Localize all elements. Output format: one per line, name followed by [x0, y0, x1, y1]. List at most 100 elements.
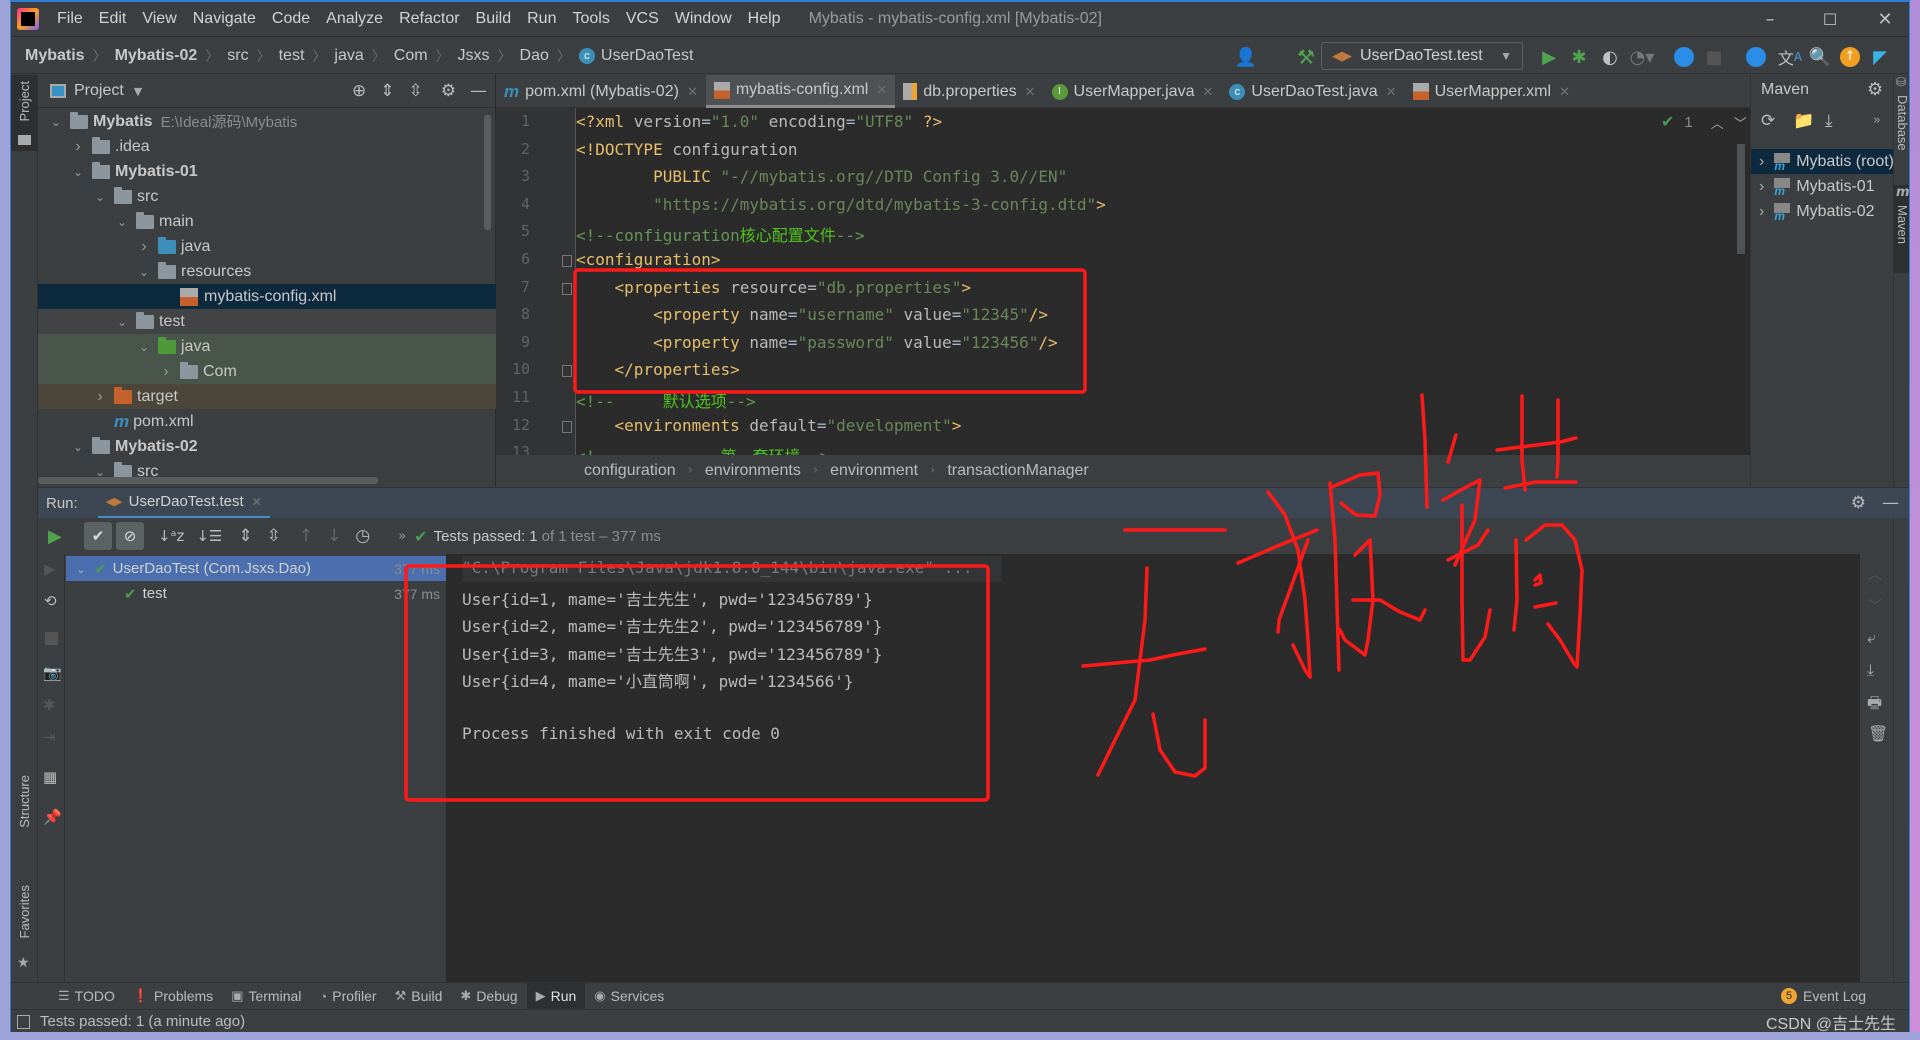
chevron-down-icon[interactable]: ⌄	[136, 340, 152, 354]
chevron-down-icon[interactable]: ⌄	[136, 265, 152, 279]
close-tab-icon[interactable]: ✕	[1025, 84, 1036, 100]
translate-icon[interactable]: 文A	[1777, 44, 1803, 70]
chevron-down-icon[interactable]: ﹀	[1734, 113, 1747, 132]
test-tree-item[interactable]: ⌄ ✔ UserDaoTest (Com.Jsxs.Dao) 377 ms	[66, 556, 446, 581]
chevron-right-icon[interactable]: ›	[70, 138, 86, 156]
camera-icon[interactable]: 📷	[43, 664, 62, 682]
event-log-tab[interactable]: 5 Event Log	[1781, 982, 1866, 1009]
xml-breadcrumb-item[interactable]: environment	[830, 462, 918, 480]
maximize-button[interactable]: ☐	[1801, 2, 1859, 37]
menu-help[interactable]: Help	[740, 10, 789, 28]
chevron-down-icon[interactable]: ⌄	[92, 190, 108, 204]
breadcrumb-item[interactable]: c UserDaoTest	[578, 47, 693, 65]
chevron-down-icon[interactable]: ⌄	[48, 115, 64, 129]
scroll-to-end-icon[interactable]: ⤓	[1867, 660, 1874, 680]
project-tree-item[interactable]: ⌄ Mybatis E:\Ideal源码\Mybatis	[38, 109, 496, 134]
project-tree-item[interactable]: ⌄ resources	[38, 259, 496, 284]
close-tab-icon[interactable]: ✕	[1559, 84, 1570, 100]
bottom-tab-services[interactable]: ◉ Services	[585, 983, 673, 1010]
database-tab[interactable]: Database	[1895, 95, 1910, 151]
build-hammer-icon[interactable]: ⚒	[1293, 44, 1319, 70]
expand-all-icon[interactable]: ⇕	[238, 526, 252, 546]
gear-icon[interactable]: ⚙	[1867, 79, 1883, 100]
project-tree-item[interactable]: ⌄ java	[38, 334, 496, 359]
project-tree-item[interactable]: › target	[38, 384, 496, 409]
show-ignored-toggle[interactable]: ⊘	[116, 522, 144, 550]
chevron-right-icon[interactable]: ›	[136, 238, 152, 256]
breadcrumb-item[interactable]: test	[279, 47, 305, 65]
user-icon[interactable]: 👤	[1233, 44, 1259, 70]
pin-icon[interactable]: 📌	[43, 808, 62, 826]
chevron-down-icon[interactable]: ⌄	[76, 562, 86, 576]
editor-tab[interactable]: db.properties ✕	[895, 75, 1043, 108]
update-icon[interactable]: ↑	[1837, 44, 1863, 70]
download-icon[interactable]: ⤓	[1825, 111, 1833, 131]
project-tree-item[interactable]: ⌄ src	[38, 184, 496, 209]
vertical-scrollbar[interactable]	[484, 115, 491, 230]
menu-window[interactable]: Window	[667, 10, 740, 28]
chevron-down-icon[interactable]: ⌄	[114, 315, 130, 329]
reload-icon[interactable]: ⟳	[1761, 111, 1775, 131]
menu-build[interactable]: Build	[468, 10, 520, 28]
fold-marker-icon[interactable]	[562, 365, 572, 378]
code-with-me-icon[interactable]: ◤	[1867, 44, 1893, 70]
print-icon[interactable]: 🖶	[1867, 692, 1882, 719]
trash-icon[interactable]: 🗑	[1868, 724, 1888, 743]
close-tab-icon[interactable]: ✕	[687, 84, 698, 100]
stop-icon[interactable]	[45, 632, 58, 645]
menu-edit[interactable]: Edit	[91, 10, 135, 28]
fold-marker-icon[interactable]	[562, 255, 572, 267]
maven-project-item[interactable]: › m Mybatis-02	[1751, 199, 1893, 224]
sort-alphabetically-icon[interactable]: ↓ᵃz	[158, 527, 184, 545]
locate-icon[interactable]: ⊕	[352, 81, 366, 101]
maven-project-item[interactable]: › m Mybatis (root)	[1751, 149, 1893, 174]
breadcrumb-item[interactable]: Com	[394, 47, 428, 65]
close-button[interactable]: ✕	[1856, 2, 1914, 37]
add-maven-project-icon[interactable]: 📁	[1793, 111, 1814, 131]
menu-file[interactable]: File	[49, 10, 91, 28]
chevron-down-icon[interactable]: ▼	[134, 85, 142, 98]
more-icon[interactable]: »	[398, 529, 406, 544]
project-tool-tab[interactable]: Project	[11, 75, 38, 151]
project-tree-item[interactable]: ⌄ main	[38, 209, 496, 234]
menu-tools[interactable]: Tools	[564, 10, 617, 28]
project-tree-item[interactable]: › Com	[38, 359, 496, 384]
close-tab-icon[interactable]: ✕	[1386, 84, 1397, 100]
fold-marker-icon[interactable]	[562, 282, 572, 295]
favorites-tab[interactable]: Favorites	[17, 885, 32, 938]
test-tree-item[interactable]: ✔ test 377 ms	[66, 581, 446, 606]
inspection-widget[interactable]: ✔ 1 ︿ ﹀	[1661, 112, 1747, 132]
soft-wrap-icon[interactable]: ⤶	[1867, 628, 1876, 648]
chevron-right-icon[interactable]: ›	[92, 388, 108, 406]
toggle-tool-windows-icon[interactable]	[17, 1014, 30, 1029]
chevron-right-icon[interactable]: ›	[158, 363, 174, 381]
menu-vcs[interactable]: VCS	[618, 10, 667, 28]
structure-tab[interactable]: Structure	[17, 775, 32, 828]
chevron-down-icon[interactable]: ⌄	[114, 215, 130, 229]
menu-run[interactable]: Run	[519, 10, 564, 28]
bottom-tab-profiler[interactable]: ◔ Profiler	[310, 983, 385, 1010]
code-editor[interactable]: 1 2 3 4 5 6 7 8 9 10 11 12 13 <?xml version="1.0" en…	[496, 108, 1750, 455]
menu-navigate[interactable]: Navigate	[185, 10, 264, 28]
breadcrumb-item[interactable]: src	[227, 47, 248, 65]
scroll-up-icon[interactable]: ︿	[1868, 564, 1882, 584]
chevron-down-icon[interactable]: ⌄	[70, 440, 86, 454]
hide-icon[interactable]: —	[1882, 493, 1899, 513]
bottom-tab-build[interactable]: ⚒ Build	[386, 983, 452, 1010]
gear-icon[interactable]: ⚙	[441, 81, 456, 101]
project-tree-item[interactable]: ⌄ Mybatis-01	[38, 159, 496, 184]
project-tree-item[interactable]: › java	[38, 234, 496, 259]
close-tab-icon[interactable]: ✕	[1202, 84, 1213, 100]
rerun-icon[interactable]: ▶	[48, 526, 68, 547]
breadcrumb-item[interactable]: Mybatis	[25, 47, 85, 65]
editor-tab[interactable]: I UserMapper.java ✕	[1044, 75, 1222, 108]
breadcrumb-item[interactable]: Jsxs	[458, 47, 490, 65]
test-history-icon[interactable]: ◷	[355, 526, 370, 546]
hide-icon[interactable]: —	[470, 81, 487, 101]
layout-icon[interactable]: ▦	[43, 768, 57, 786]
project-tree-item[interactable]: ⌄ test	[38, 309, 496, 334]
run-configuration-select[interactable]: ◀▶ UserDaoTest.test ▼	[1321, 42, 1523, 70]
rerun-failed-icon[interactable]: ▶	[44, 560, 56, 578]
breadcrumb-item[interactable]: Mybatis-02	[115, 47, 198, 65]
run-icon[interactable]: ▶	[1536, 44, 1562, 70]
